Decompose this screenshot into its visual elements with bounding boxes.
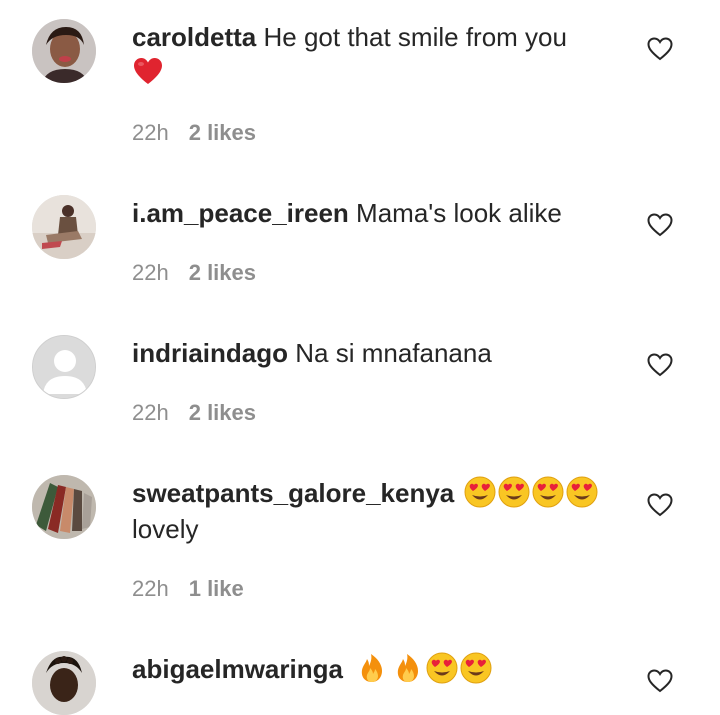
heart-eyes-emoji (460, 652, 492, 684)
comment-meta: 22h 2 likes (132, 399, 256, 427)
comment-body: lovely (132, 514, 199, 544)
comment-body: He got that smile from you (263, 22, 567, 52)
comment-likes[interactable]: 2 likes (189, 260, 256, 285)
avatar[interactable] (32, 475, 96, 539)
comment-text: indriaindago Na si mnafanana (132, 335, 622, 371)
heart-eyes-emoji (532, 476, 564, 508)
avatar[interactable] (32, 19, 96, 83)
avatar[interactable] (32, 651, 96, 715)
heart-eyes-emoji (464, 476, 496, 508)
comment-text: caroldetta He got that smile from you (132, 19, 622, 91)
red-heart-emoji (132, 56, 164, 88)
fire-emoji (356, 652, 388, 684)
comment-text: abigaelmwaringa (132, 651, 622, 687)
comment-likes[interactable]: 1 like (189, 576, 244, 601)
comment-text: i.am_peace_ireen Mama's look alike (132, 195, 622, 231)
fire-emoji (392, 652, 424, 684)
avatar[interactable] (32, 335, 96, 399)
like-heart-icon[interactable] (647, 669, 673, 693)
avatar-photo-icon (32, 651, 96, 715)
comment-time: 22h (132, 120, 169, 145)
comment-likes[interactable]: 2 likes (189, 120, 256, 145)
comment-body: Mama's look alike (356, 198, 562, 228)
comment-meta: 22h 1 like (132, 575, 244, 603)
avatar-photo-icon (32, 19, 96, 83)
comment-username[interactable]: i.am_peace_ireen (132, 198, 349, 228)
comment-body: Na si mnafanana (295, 338, 492, 368)
comment-meta: 22h 2 likes (132, 119, 256, 147)
comment-username[interactable]: abigaelmwaringa (132, 654, 343, 684)
avatar-photo-icon (32, 475, 96, 539)
heart-eyes-emoji (426, 652, 458, 684)
avatar-photo-icon (32, 195, 96, 259)
default-avatar-icon (33, 336, 95, 398)
comment-meta: 22h 2 likes (132, 259, 256, 287)
heart-eyes-emoji (498, 476, 530, 508)
like-heart-icon[interactable] (647, 37, 673, 61)
comment-username[interactable]: indriaindago (132, 338, 288, 368)
like-heart-icon[interactable] (647, 493, 673, 517)
like-heart-icon[interactable] (647, 353, 673, 377)
comment-time: 22h (132, 400, 169, 425)
comment-time: 22h (132, 260, 169, 285)
like-heart-icon[interactable] (647, 213, 673, 237)
comment-username[interactable]: caroldetta (132, 22, 256, 52)
comment-likes[interactable]: 2 likes (189, 400, 256, 425)
comment-text: sweatpants_galore_kenya lovely (132, 475, 622, 547)
avatar[interactable] (32, 195, 96, 259)
comment-username[interactable]: sweatpants_galore_kenya (132, 478, 454, 508)
comment-time: 22h (132, 576, 169, 601)
heart-eyes-emoji (566, 476, 598, 508)
